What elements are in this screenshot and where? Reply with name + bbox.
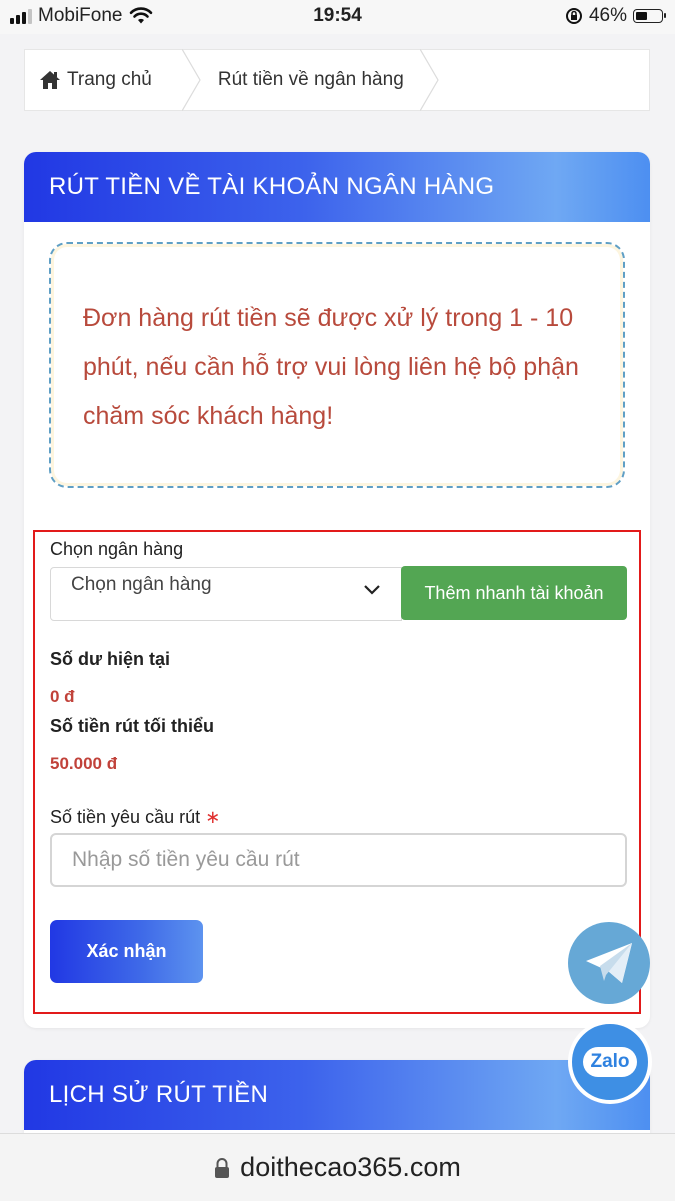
quick-add-account-button[interactable]: Thêm nhanh tài khoản [401,566,627,620]
required-mark: ∗ [205,807,221,827]
status-right: 46% [565,5,666,27]
amount-label-text: Số tiền yêu cầu rút [50,807,201,827]
status-bar: MobiFone 19:54 46% [0,0,675,34]
history-card-title: LỊCH SỬ RÚT TIỀN [24,1060,650,1130]
battery-percent: 46% [588,5,627,26]
orientation-lock-icon [565,8,582,24]
withdraw-form: Chọn ngân hàng Chọn ngân hàng Thêm nhanh… [33,530,641,1014]
withdraw-card: RÚT TIỀN VỀ TÀI KHOẢN NGÂN HÀNG Đơn hàng… [24,152,650,1028]
amount-input-placeholder: Nhập số tiền yêu cầu rút [72,848,300,871]
chevron-down-icon [364,585,380,595]
bank-select[interactable]: Chọn ngân hàng [50,567,402,621]
home-icon [40,71,60,89]
breadcrumb-current-label: Rút tiền về ngân hàng [217,69,404,90]
history-card: LỊCH SỬ RÚT TIỀN [24,1060,650,1140]
breadcrumb-separator-icon [181,49,201,111]
battery-icon [633,9,666,23]
bank-select-value: Chọn ngân hàng [71,574,212,595]
min-amount-label: Số tiền rút tối thiểu [50,716,214,736]
zalo-button[interactable]: Zalo [568,1020,652,1104]
processing-notice: Đơn hàng rút tiền sẽ được xử lý trong 1 … [49,242,625,488]
breadcrumb-home-label: Trang chủ [67,69,152,90]
breadcrumb: Trang chủ Rút tiền về ngân hàng [24,49,650,111]
lock-icon [215,1157,230,1178]
telegram-icon [586,943,632,983]
telegram-button[interactable] [568,922,650,1004]
bank-select-label: Chọn ngân hàng [50,539,184,559]
balance-value: 0 đ [50,687,75,706]
browser-url-bar[interactable]: doithecao365.com [0,1133,675,1201]
breadcrumb-home[interactable]: Trang chủ [25,50,182,110]
browser-url: doithecao365.com [240,1152,461,1182]
breadcrumb-current[interactable]: Rút tiền về ngân hàng [202,50,420,110]
breadcrumb-separator-icon [419,49,439,111]
zalo-icon: Zalo [583,1047,637,1077]
confirm-button[interactable]: Xác nhận [50,920,203,983]
min-amount-value: 50.000 đ [50,754,118,773]
balance-label: Số dư hiện tại [50,649,171,669]
amount-label: Số tiền yêu cầu rút ∗ [50,807,220,828]
amount-input[interactable]: Nhập số tiền yêu cầu rút [50,833,627,887]
withdraw-card-title: RÚT TIỀN VỀ TÀI KHOẢN NGÂN HÀNG [24,152,650,222]
